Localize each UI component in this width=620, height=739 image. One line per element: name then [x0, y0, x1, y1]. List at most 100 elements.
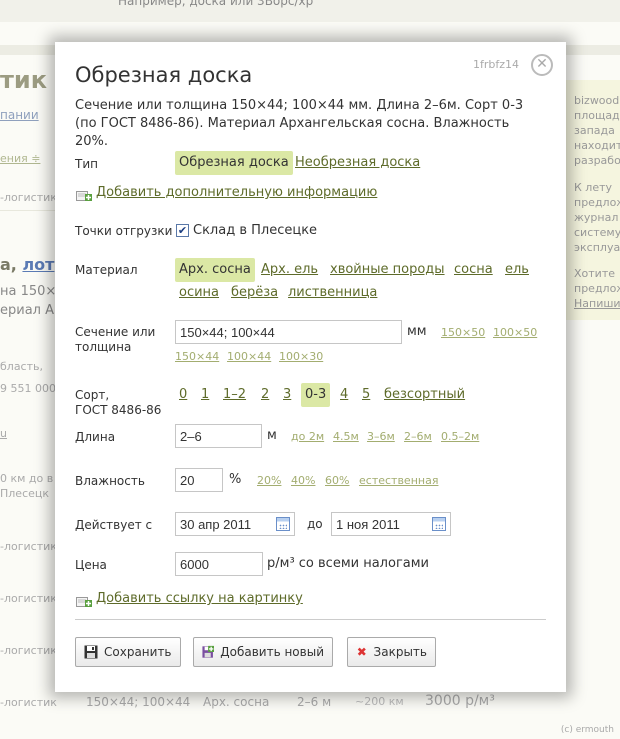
bg-row-label: -логистик [0, 644, 57, 657]
bg-right-text: систему [574, 226, 620, 239]
add-info-icon [76, 191, 92, 201]
grade-option[interactable]: 4 [340, 387, 348, 403]
humidity-label: Влажность [75, 474, 145, 488]
grade-option[interactable]: 2 [261, 387, 269, 403]
grade-option[interactable]: 5 [362, 387, 370, 403]
calendar-icon[interactable] [432, 517, 446, 531]
shipping-label: Точки отгрузки [75, 224, 173, 238]
bg-heading: тик [0, 66, 48, 94]
offer-summary: Сечение или толщина 150×44; 100×44 мм. Д… [75, 98, 524, 149]
material-option[interactable]: хвойные породы [330, 262, 445, 278]
shipping-checkbox[interactable]: ✔ [176, 224, 189, 237]
length-input[interactable] [175, 424, 262, 448]
grade-option[interactable]: 3 [283, 387, 291, 403]
grade-option[interactable]: 0 [179, 387, 187, 403]
dialog-title: Обрезная доска [75, 63, 253, 87]
close-icon[interactable]: ✕ [531, 54, 553, 76]
bg-phone: 9 551 000 [0, 382, 56, 395]
humidity-suggestion[interactable]: 20% [257, 474, 281, 487]
bg-right-text: предлож [574, 282, 620, 295]
bg-distance: 0 км до в [0, 472, 54, 485]
material-option[interactable]: Арх. ель [261, 262, 318, 278]
add-new-button[interactable]: Добавить новый [193, 637, 333, 667]
bg-right-text: Хотите [574, 267, 615, 280]
bg-region: бласть, [0, 360, 43, 373]
length-label: Длина [75, 430, 116, 444]
type-option-edged[interactable]: Обрезная доска [175, 151, 293, 175]
bg-row-label: -логистик [0, 696, 57, 709]
bg-right-text: предлож [574, 196, 620, 209]
section-unit: мм [407, 324, 427, 339]
grade-option[interactable]: 1–2 [223, 387, 246, 403]
close-button[interactable]: ✖ Закрыть [347, 637, 436, 667]
bg-item-title-prefix: а, [0, 255, 17, 274]
bg-right-text: находит [574, 139, 620, 152]
section-label: Сечение или [75, 325, 156, 339]
bg-last-length: 2–6 м [297, 695, 332, 709]
section-suggestion[interactable]: 150×44 [175, 350, 219, 363]
edit-offer-dialog: Обрезная доска 1frbfz14 ✕ Сечение или то… [55, 42, 566, 692]
bg-last-material: Арх. сосна [203, 695, 270, 709]
humidity-suggestion[interactable]: 60% [325, 474, 349, 487]
length-suggestion[interactable]: 4.5м [333, 430, 359, 443]
bg-credit: (c) ermouth [560, 725, 614, 735]
price-input[interactable] [175, 552, 263, 576]
cross-icon: ✖ [356, 645, 367, 659]
length-suggestion[interactable]: 3–6м [367, 430, 395, 443]
humidity-unit: % [229, 472, 242, 487]
bg-place: Плесецк [0, 487, 50, 500]
material-option[interactable]: берёза [231, 285, 278, 301]
section-suggestion[interactable]: 100×50 [493, 326, 537, 339]
length-suggestion[interactable]: до 2м [291, 430, 324, 443]
type-option-unedged[interactable]: Необрезная доска [295, 155, 420, 171]
type-label: Тип [75, 157, 98, 171]
bg-right-text: запада [574, 124, 615, 137]
material-option[interactable]: сосна [454, 262, 493, 278]
material-option[interactable]: осина [179, 285, 219, 301]
length-suggestion[interactable]: 2–6м [404, 430, 432, 443]
valid-label: Действует с [75, 518, 153, 532]
material-option[interactable]: лиственница [288, 285, 377, 301]
material-label: Материал [75, 263, 138, 277]
section-suggestion[interactable]: 100×44 [227, 350, 271, 363]
offer-id: 1frbfz14 [473, 58, 520, 71]
save-button[interactable]: Сохранить [75, 637, 181, 667]
humidity-input[interactable] [175, 468, 223, 492]
grade-option[interactable]: безсортный [384, 387, 465, 403]
bg-item-title: а, лот [0, 255, 54, 274]
floppy-add-icon [202, 645, 215, 658]
section-suggestion[interactable]: 100×30 [279, 350, 323, 363]
bg-item-line2: ериал А [0, 303, 54, 318]
humidity-suggestion[interactable]: 40% [291, 474, 315, 487]
footer-divider [75, 619, 546, 620]
section-input[interactable] [175, 320, 402, 344]
section-suggestion[interactable]: 150×50 [441, 326, 485, 339]
length-suggestion[interactable]: 0.5–2м [441, 430, 479, 443]
bg-item-line1: на 150× [0, 284, 57, 299]
calendar-icon[interactable] [276, 517, 290, 531]
material-option[interactable]: Арх. сосна [175, 258, 255, 282]
save-button-label: Сохранить [104, 645, 172, 659]
valid-to-label: до [307, 517, 323, 531]
bg-company-link[interactable]: пании [0, 108, 39, 122]
bg-item-title-link[interactable]: лот [22, 255, 54, 274]
material-option[interactable]: ель [505, 262, 529, 278]
bg-sort-link[interactable]: ения ≑ [0, 152, 40, 165]
bg-last-distance: ~200 км [355, 695, 404, 708]
humidity-suggestion[interactable]: естественная [359, 474, 438, 487]
bg-right-text: журнал [574, 211, 619, 224]
close-button-label: Закрыть [373, 645, 427, 659]
grade-label-2: ГОСТ 8486-86 [75, 403, 162, 417]
floppy-icon [84, 645, 98, 659]
grade-option[interactable]: 1 [201, 387, 209, 403]
bg-search-hint: Например, доска или 3Ворс/хр [118, 0, 314, 8]
bg-site-link[interactable]: u [0, 427, 7, 440]
bg-right-link[interactable]: Напиши [574, 296, 620, 311]
add-info-link[interactable]: Добавить дополнительную информацию [96, 185, 377, 201]
grade-option-selected[interactable]: 0-3 [301, 383, 331, 407]
add-picture-link[interactable]: Добавить ссылку на картинку [96, 591, 303, 607]
price-label: Цена [75, 558, 107, 572]
section-label-2: толщина [75, 340, 132, 354]
bg-last-price: 3000 р/м³ [425, 693, 495, 709]
bg-right-text: К лету [574, 181, 613, 194]
